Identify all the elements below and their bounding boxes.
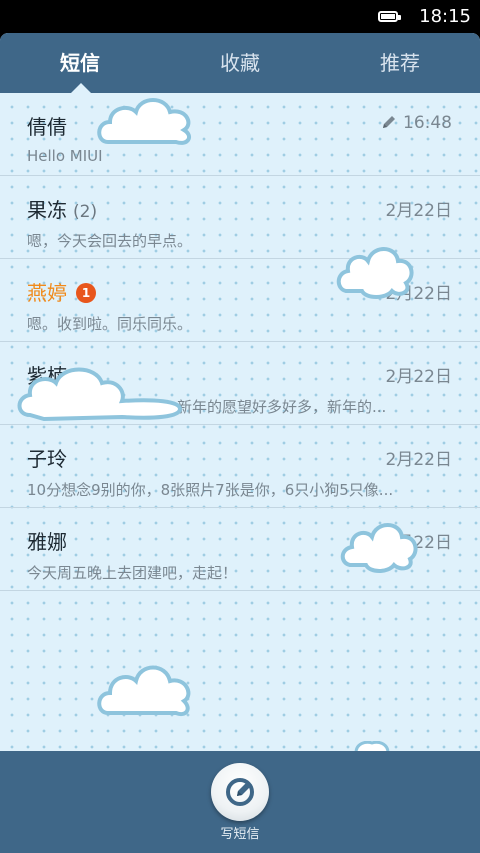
contact-name: 雅娜 [27, 530, 67, 554]
message-date: 2月22日 [385, 367, 452, 387]
bottom-action-bar: 写短信 [0, 751, 480, 853]
cloud-decoration-icon [336, 247, 414, 299]
tab-recommended[interactable]: 推荐 [320, 33, 480, 93]
tab-favorites[interactable]: 收藏 [160, 33, 320, 93]
compose-label: 写短信 [220, 827, 260, 842]
battery-full-icon [378, 11, 401, 22]
message-count: (2) [73, 202, 98, 222]
message-date: 2月22日 [385, 201, 452, 221]
compose-icon [226, 778, 254, 806]
status-bar: 18:15 [0, 0, 480, 33]
contact-name: 倩倩 [27, 115, 67, 139]
message-preview: Hello MIUI [27, 147, 103, 165]
contact-name: 子玲 [27, 447, 67, 471]
cloud-decoration-icon [97, 98, 192, 145]
contact-name-text: 燕婷 [27, 281, 67, 305]
compose-button[interactable] [211, 763, 269, 821]
message-time: 16:48 [381, 113, 452, 133]
active-tab-indicator [71, 83, 91, 93]
cloud-decoration-icon [340, 523, 418, 573]
contact-name-text: 果冻 [27, 198, 67, 222]
cloud-decoration-icon [17, 367, 183, 422]
unread-badge: 1 [76, 283, 96, 303]
messaging-app: 短信 收藏 推荐 倩倩 16:48 Hello MIUI 果冻 (2) 2月22日… [0, 33, 480, 853]
contact-name: 果冻 (2) [27, 194, 97, 223]
conversation-row[interactable]: 倩倩 16:48 Hello MIUI [0, 93, 480, 176]
message-preview: 10分想念9别的你，8张照片7张是你，6只小狗5只像... [27, 481, 394, 499]
status-time: 18:15 [419, 6, 471, 27]
message-time-text: 16:48 [403, 113, 452, 133]
message-preview: 嗯。收到啦。同乐同乐。 [27, 315, 193, 333]
cloud-decoration-icon [97, 665, 191, 716]
tab-bar: 短信 收藏 推荐 [0, 33, 480, 93]
draft-pencil-icon [383, 116, 395, 128]
contact-name: 燕婷 1 [27, 277, 96, 306]
message-date: 2月22日 [385, 450, 452, 470]
conversation-list[interactable]: 倩倩 16:48 Hello MIUI 果冻 (2) 2月22日 嗯，今天会回去的… [0, 93, 480, 753]
conversation-row[interactable]: 子玲 2月22日 10分想念9别的你，8张照片7张是你，6只小狗5只像... [0, 425, 480, 508]
